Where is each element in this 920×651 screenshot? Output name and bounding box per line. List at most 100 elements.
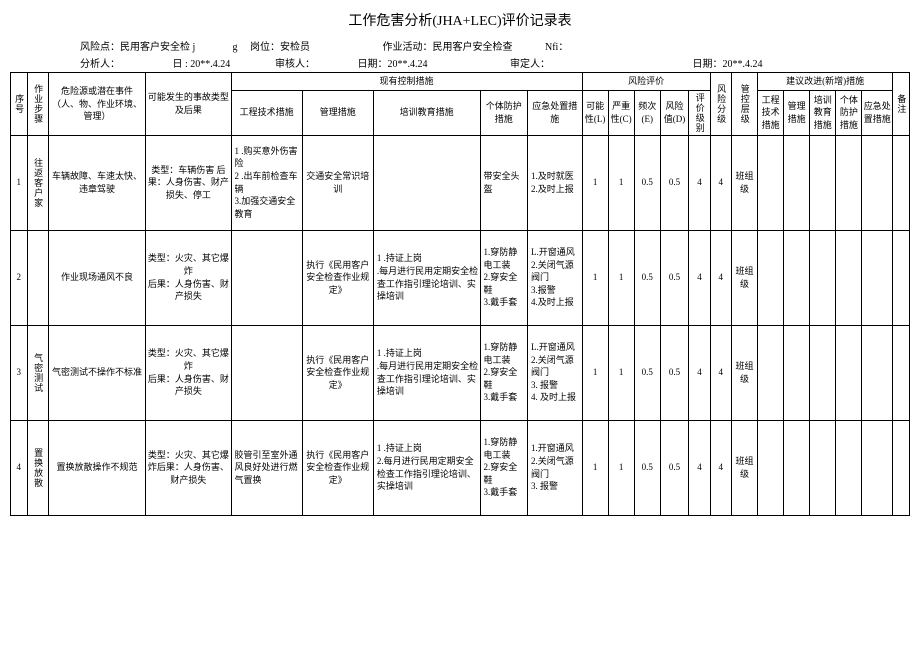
cell-d: 0.5 [660,135,688,230]
cell-l: 1 [582,230,608,325]
cell-sug_eng [758,135,784,230]
th-remark: 备注 [893,73,910,136]
cell-sug_mgmt [784,230,810,325]
cell-sug_eng [758,420,784,515]
cell-l: 1 [582,325,608,420]
cell-emerg: 1.开窗通风 2.关闭气源阀门 3. 报警 [527,420,582,515]
cell-ppe: 带安全头盔 [480,135,527,230]
cell-d: 0.5 [660,230,688,325]
th-eng: 工程技术措施 [231,90,302,135]
th-emerg: 应急处置措施 [527,90,582,135]
cell-e: 0.5 [634,325,660,420]
page-title: 工作危害分析(JHA+LEC)评价记录表 [10,10,910,30]
th-c: 严重性(C) [608,90,634,135]
th-hazard: 危险源或潜在事件（人、物、作业环境、管理） [48,73,145,136]
header-row-1: 序号 作业步骤 危险源或潜在事件（人、物、作业环境、管理） 可能发生的事故类型及… [11,73,910,91]
table-row: 2作业现场通风不良类型：火灾、其它爆炸 后果：人身伤害、财产损失执行《民用客户安… [11,230,910,325]
cell-sug_ppe [836,325,862,420]
th-step: 作业步骤 [27,73,48,136]
cell-hazard: 作业现场通风不良 [48,230,145,325]
th-suggest: 建议改进(新增)措施 [758,73,893,91]
cell-rank: 4 [689,135,710,230]
th-sug-mgmt: 管理措施 [784,90,810,135]
cell-ctrl_grade: 班组级 [731,420,757,515]
cell-sug_emerg [862,420,893,515]
cell-sug_train [810,325,836,420]
th-mgmt: 管理措施 [302,90,373,135]
cell-sug_mgmt [784,135,810,230]
th-l: 可能性(L) [582,90,608,135]
th-risk-eval: 风险评价 [582,73,710,91]
cell-seq: 3 [11,325,28,420]
cell-step: 置换放散 [27,420,48,515]
cell-c: 1 [608,325,634,420]
cell-sug_eng [758,230,784,325]
cell-risk_grade: 4 [710,135,731,230]
cell-sug_train [810,420,836,515]
cell-accident: 类型：火灾、其它爆炸后果：人身伤害、财产损失 [146,420,231,515]
th-existing: 现有控制措施 [231,73,582,91]
th-accident: 可能发生的事故类型及后果 [146,73,231,136]
cell-emerg: L.开窗通风 2.关闭气源阀门 3.报警 4.及时上报 [527,230,582,325]
cell-eng [231,230,302,325]
th-e: 频次(E) [634,90,660,135]
header-line1: 风险点：民用客户安全检 j g 岗位：安检员 作业活动：民用客户安全检查 Nfi… [10,38,910,53]
cell-c: 1 [608,420,634,515]
cell-sug_mgmt [784,325,810,420]
cell-eng [231,325,302,420]
table-row: 4置换放散置换放散操作不规范类型：火灾、其它爆炸后果：人身伤害、财产损失胶管引至… [11,420,910,515]
cell-train: 1 .持证上岗 .每月进行民用定期安全检查工作指引理论培训、实操培训 [373,230,480,325]
table-row: 3气密测试气密测试不操作不标准类型：火灾、其它爆炸 后果：人身伤害、财产损失执行… [11,325,910,420]
cell-hazard: 置换放散操作不规范 [48,420,145,515]
th-train: 培训教育措施 [373,90,480,135]
cell-mgmt: 交通安全常识培训 [302,135,373,230]
header-line2: 分析人： 日 : 20**.4.24 审核人： 日期：20**.4.24 审定人… [10,55,910,70]
cell-seq: 1 [11,135,28,230]
cell-sug_emerg [862,230,893,325]
th-ppe: 个体防护措施 [480,90,527,135]
cell-risk_grade: 4 [710,230,731,325]
cell-e: 0.5 [634,135,660,230]
th-sug-eng: 工程技术措施 [758,90,784,135]
cell-d: 0.5 [660,325,688,420]
cell-accident: 类型：火灾、其它爆炸 后果：人身伤害、财产损失 [146,230,231,325]
jha-table: 序号 作业步骤 危险源或潜在事件（人、物、作业环境、管理） 可能发生的事故类型及… [10,72,910,516]
cell-rank: 4 [689,325,710,420]
cell-l: 1 [582,420,608,515]
cell-sug_emerg [862,135,893,230]
cell-hazard: 气密测试不操作不标准 [48,325,145,420]
cell-c: 1 [608,230,634,325]
th-rank: 评价级别 [689,90,710,135]
cell-e: 0.5 [634,230,660,325]
cell-step: 往返客户家 [27,135,48,230]
cell-sug_ppe [836,230,862,325]
cell-train: 1 .持证上岗 2.每月进行民用定期安全检查工作指引理论培训、实操培训 [373,420,480,515]
cell-emerg: 1.及时就医 2.及时上报 [527,135,582,230]
th-risk-grade: 风险分级 [710,73,731,136]
cell-rank: 4 [689,230,710,325]
table-row: 1往返客户家车辆故障、车速太快、违章驾驶类型：车辆伤害 后果：人身伤害、财产损失… [11,135,910,230]
th-sug-train: 培训教育措施 [810,90,836,135]
cell-l: 1 [582,135,608,230]
cell-sug_train [810,135,836,230]
th-sug-emerg: 应急处置措施 [862,90,893,135]
cell-d: 0.5 [660,420,688,515]
cell-accident: 类型：车辆伤害 后果：人身伤害、财产损失、停工 [146,135,231,230]
cell-sug_mgmt [784,420,810,515]
cell-c: 1 [608,135,634,230]
cell-seq: 4 [11,420,28,515]
cell-sug_train [810,230,836,325]
cell-eng: 1 .购买意外伤害险 2 .出车前检查车辆 3.加强交通安全教育 [231,135,302,230]
cell-remark [893,230,910,325]
th-d: 风险值(D) [660,90,688,135]
th-seq: 序号 [11,73,28,136]
cell-hazard: 车辆故障、车速太快、违章驾驶 [48,135,145,230]
cell-risk_grade: 4 [710,420,731,515]
cell-train: 1 .持证上岗 .每月进行民用定期安全检查工作指引理论培训、实操培训 [373,325,480,420]
cell-eng: 胶管引至室外通风良好处进行燃气置换 [231,420,302,515]
cell-ppe: 1.穿防静电工装 2.穿安全鞋 3.戴手套 [480,325,527,420]
cell-train [373,135,480,230]
cell-sug_ppe [836,135,862,230]
cell-emerg: L.开窗通风 2.关闭气源阀门 3. 报警 4. 及时上报 [527,325,582,420]
cell-sug_ppe [836,420,862,515]
